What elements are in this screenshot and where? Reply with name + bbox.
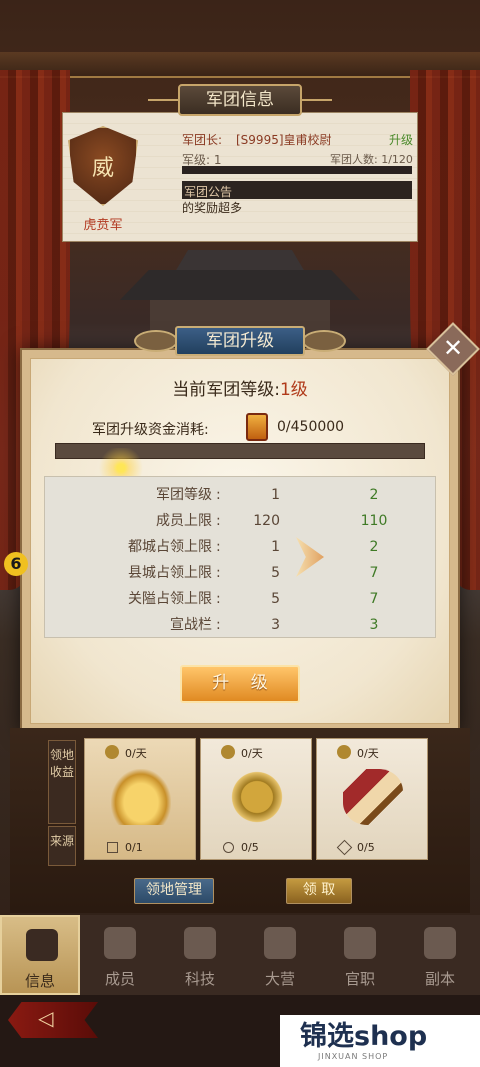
title-ornament-right (302, 99, 332, 101)
current-level-label: 当前军团等级: (172, 380, 280, 400)
legion-members-text: 军团人数: 1/120 (330, 153, 413, 166)
stat-name: 关隘占领上限 (128, 591, 212, 607)
cost-value: 0/450000 (277, 419, 345, 435)
territory-rate: 0/天 (241, 747, 263, 760)
income-icon (221, 745, 235, 759)
nav-tab[interactable]: 副本 (400, 915, 480, 995)
header-ornament-right (302, 330, 346, 352)
nav-tab-label: 信息 (24, 972, 55, 990)
funds-scroll-icon (246, 413, 268, 441)
nav-tab[interactable]: 信息 (0, 915, 80, 995)
nav-tab-label: 副本 (424, 970, 455, 988)
stat-next: 3 (369, 617, 379, 633)
count-icon (107, 842, 118, 853)
legion-emblem-char: 威 (91, 156, 114, 181)
claim-button[interactable]: 领 取 (286, 878, 352, 904)
territory-source-tab[interactable]: 来源 (48, 826, 76, 866)
legion-name: 虎贲军 (83, 218, 123, 233)
legion-info-title: 军团信息 (178, 84, 302, 116)
header-ornament-left (134, 330, 178, 352)
nav-tab[interactable]: 大营 (240, 915, 320, 995)
cost-label: 军团升级资金消耗: (92, 422, 209, 438)
upgrade-modal-title: 军团升级 (175, 326, 305, 356)
current-level-value: 1级 (279, 380, 308, 400)
count-icon (336, 839, 353, 856)
territory-income-tab[interactable]: 领地收益 (48, 740, 76, 824)
income-icon (337, 745, 351, 759)
stat-current: 5 (271, 565, 280, 581)
camp-icon (264, 927, 296, 959)
nav-tab[interactable]: 官职 (320, 915, 400, 995)
stat-next: 7 (369, 565, 379, 581)
territory-rate: 0/天 (125, 747, 147, 760)
members-icon (104, 927, 136, 959)
stat-current: 5 (271, 591, 280, 607)
back-button[interactable]: ◁ (8, 1002, 98, 1038)
territory-card[interactable]: 0/天 0/1 (84, 738, 196, 860)
tech-icon (184, 927, 216, 959)
stat-next: 2 (369, 539, 379, 555)
nav-tab-label: 成员 (104, 970, 135, 988)
stat-row: 都城占领上限:1 2 (44, 534, 436, 560)
info-icon (26, 929, 58, 961)
stat-name: 都城占领上限 (128, 539, 212, 555)
gold-ingot-icon (111, 769, 171, 825)
leader-name: [S9995]皇甫校尉 (236, 133, 332, 147)
leader-label: 军团长: (182, 133, 223, 147)
nav-tab-label: 官职 (344, 970, 375, 988)
territory-count: 0/1 (125, 841, 143, 854)
members-bar (182, 166, 412, 174)
upgrade-button[interactable]: 升 级 (180, 665, 300, 703)
nav-tab-label: 科技 (184, 970, 215, 988)
current-level-line: 当前军团等级:1级 (30, 375, 450, 400)
stat-name: 宣战栏 (170, 617, 212, 633)
top-beam (0, 52, 480, 78)
territory-count: 0/5 (357, 841, 375, 854)
official-icon (344, 927, 376, 959)
stat-row: 宣战栏:3 3 (44, 612, 436, 638)
stat-name: 军团等级 (156, 487, 212, 503)
stat-name: 成员上限 (156, 513, 212, 529)
notice-label: 军团公告 (184, 185, 233, 199)
notice-text: 的奖励超多 (182, 201, 243, 215)
stat-row: 军团等级:1 2 (44, 482, 436, 508)
territory-rate: 0/天 (357, 747, 379, 760)
stat-row: 成员上限:120 110 (44, 508, 436, 534)
stat-next: 2 (369, 487, 379, 503)
nav-tab-label: 大营 (264, 970, 295, 988)
watermark-logo: 锦选shop (300, 1021, 428, 1052)
stat-row: 关隘占领上限:5 7 (44, 586, 436, 612)
upgrade-link[interactable]: 升级 (389, 131, 413, 148)
income-icon (105, 745, 119, 759)
copper-coin-icon (227, 769, 287, 825)
dungeon-icon (424, 927, 456, 959)
stat-current: 1 (271, 487, 280, 503)
stat-name: 县城占领上限 (128, 565, 212, 581)
watermark-subtitle: JINXUAN SHOP (318, 1052, 389, 1061)
stat-row: 县城占领上限:5 7 (44, 560, 436, 586)
territory-manage-button[interactable]: 领地管理 (134, 878, 214, 904)
back-arrow-icon: ◁ (38, 1006, 54, 1030)
nav-tab[interactable]: 成员 (80, 915, 160, 995)
close-icon: ✕ (442, 334, 464, 362)
stat-current: 1 (271, 539, 280, 555)
count-icon (223, 842, 234, 853)
stat-next: 7 (369, 591, 379, 607)
side-badge[interactable]: 6 (4, 552, 28, 576)
nav-tab[interactable]: 科技 (160, 915, 240, 995)
horn-icon (343, 769, 403, 825)
stat-current: 3 (271, 617, 280, 633)
title-ornament-left (148, 99, 178, 101)
territory-card[interactable]: 0/天 0/5 (316, 738, 428, 860)
territory-card[interactable]: 0/天 0/5 (200, 738, 312, 860)
stat-current: 120 (253, 513, 280, 529)
territory-count: 0/5 (241, 841, 259, 854)
stat-next: 110 (360, 513, 388, 529)
